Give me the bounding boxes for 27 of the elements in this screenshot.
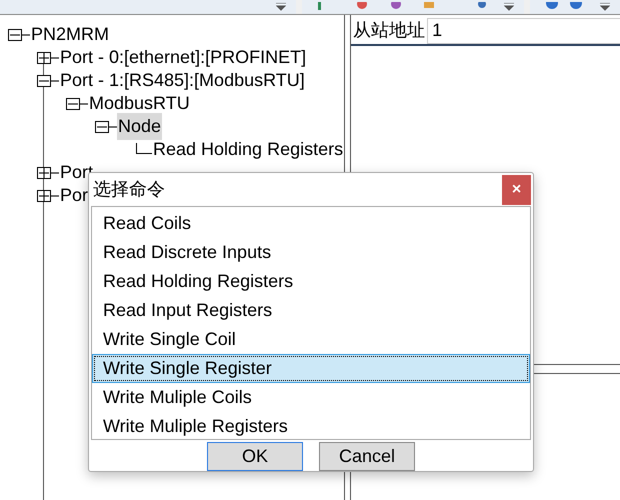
collapse-icon[interactable]	[66, 96, 88, 110]
caret-icon[interactable]	[504, 3, 514, 11]
ok-button[interactable]: OK	[207, 442, 303, 471]
command-list-item[interactable]: Read Coils	[92, 209, 530, 238]
tree-item[interactable]: Node	[117, 113, 162, 140]
expand-icon[interactable]	[37, 50, 59, 64]
collapse-icon[interactable]	[95, 120, 117, 134]
close-button[interactable]: ×	[502, 174, 531, 204]
expand-icon[interactable]	[37, 166, 59, 180]
caret-icon[interactable]	[276, 3, 286, 11]
caret-icon[interactable]	[600, 3, 610, 11]
slave-address-field[interactable]: 1	[427, 18, 620, 44]
collapse-icon[interactable]	[8, 28, 30, 42]
command-list-item[interactable]: Read Holding Registers	[92, 267, 530, 296]
command-list-item[interactable]: Read Discrete Inputs	[92, 238, 530, 267]
slave-address-label: 从站地址	[352, 19, 426, 42]
command-list-item[interactable]: Write Single Register	[92, 354, 530, 383]
command-list-item[interactable]: Read Input Registers	[92, 296, 530, 325]
cancel-button[interactable]: Cancel	[319, 442, 415, 471]
collapse-icon[interactable]	[37, 74, 59, 88]
dialog-title: 选择命令	[93, 178, 165, 201]
command-list-item[interactable]: Write Single Coil	[92, 325, 530, 354]
command-list-item[interactable]: Write Muliple Registers	[92, 412, 530, 441]
command-list-item[interactable]: Write Muliple Coils	[92, 383, 530, 412]
tree-item[interactable]: Por	[59, 182, 90, 209]
tree-connector-icon	[136, 142, 152, 156]
expand-icon[interactable]	[37, 188, 59, 202]
